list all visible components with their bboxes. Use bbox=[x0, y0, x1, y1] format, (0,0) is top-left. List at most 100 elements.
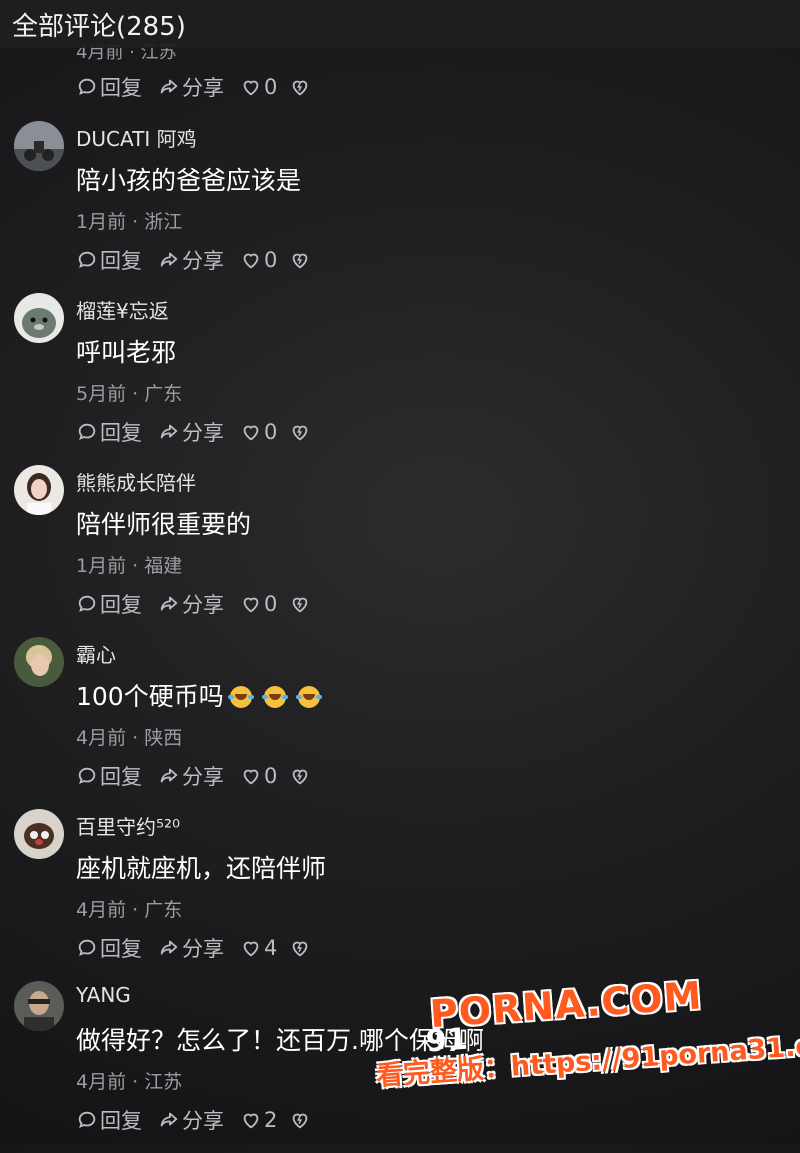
comment-item: DUCATI 阿鸡 陪小孩的爸爸应该是 1月前 · 浙江 回复 分享 0 bbox=[0, 121, 800, 293]
like-button[interactable]: 0 bbox=[240, 420, 277, 444]
comment-item: 熊熊成长陪伴 陪伴师很重要的 1月前 · 福建 回复 分享 0 bbox=[0, 465, 800, 637]
comment-username[interactable]: 熊熊成长陪伴 bbox=[76, 467, 196, 496]
comment-text: 陪小孩的爸爸应该是 bbox=[76, 166, 302, 195]
dislike-button[interactable] bbox=[289, 765, 313, 787]
like-count: 0 bbox=[264, 592, 278, 616]
share-label: 分享 bbox=[182, 76, 224, 100]
dislike-button[interactable] bbox=[289, 1109, 313, 1131]
comment-username[interactable]: DUCATI 阿鸡 bbox=[76, 123, 197, 152]
comment-text: 座机就座机，还陪伴师 bbox=[76, 854, 327, 883]
share-button[interactable]: 分享 bbox=[158, 589, 224, 619]
share-button[interactable]: 分享 bbox=[158, 761, 224, 791]
reply-button[interactable]: 回复 bbox=[76, 417, 142, 447]
like-button[interactable]: 4 bbox=[240, 936, 277, 960]
comment-item: 百里守约⁵²⁰ 座机就座机，还陪伴师 4月前 · 广东 回复 分享 4 bbox=[0, 809, 800, 981]
like-button[interactable]: 0 bbox=[240, 764, 277, 788]
reply-label: 回复 bbox=[100, 765, 142, 789]
like-count: 0 bbox=[264, 248, 278, 272]
comment-meta: 4月前 · 江苏 bbox=[76, 1071, 183, 1093]
reply-button[interactable]: 回复 bbox=[76, 1105, 142, 1135]
heart-icon bbox=[243, 597, 259, 613]
dislike-button[interactable] bbox=[289, 76, 313, 98]
broken-heart-icon bbox=[293, 941, 308, 957]
heart-icon bbox=[243, 1113, 259, 1129]
comment-item: 霸心 100个硬币吗 4月前 · 陕西 回复 分享 0 bbox=[0, 637, 800, 809]
reply-button[interactable]: 回复 bbox=[76, 589, 142, 619]
like-count: 0 bbox=[264, 75, 278, 99]
laugh-cry-emoji-icon bbox=[295, 686, 320, 708]
reply-label: 回复 bbox=[100, 421, 142, 445]
watermark-overlay: 91 PORNA.COM 看完整版：https://91porna31.com bbox=[370, 962, 800, 1130]
comment-username[interactable]: 榴莲¥忘返 bbox=[76, 295, 169, 324]
dislike-button[interactable] bbox=[289, 937, 313, 959]
reply-icon bbox=[78, 939, 96, 957]
like-count: 2 bbox=[264, 1108, 278, 1132]
broken-heart-icon bbox=[293, 1113, 308, 1129]
avatar[interactable] bbox=[14, 637, 64, 687]
comment-username[interactable]: YANG bbox=[76, 983, 131, 1007]
reply-icon bbox=[78, 251, 96, 269]
reply-label: 回复 bbox=[100, 249, 142, 273]
share-label: 分享 bbox=[182, 249, 224, 273]
broken-heart-icon bbox=[293, 253, 308, 269]
like-button[interactable]: 2 bbox=[240, 1108, 277, 1132]
like-button[interactable]: 0 bbox=[240, 248, 277, 272]
reply-label: 回复 bbox=[100, 593, 142, 617]
comment-username[interactable]: 百里守约⁵²⁰ bbox=[76, 811, 180, 840]
comment-meta: 1月前 · 浙江 bbox=[76, 211, 183, 233]
avatar[interactable] bbox=[14, 809, 64, 859]
reply-button[interactable]: 回复 bbox=[76, 72, 142, 102]
like-count: 4 bbox=[264, 936, 278, 960]
reply-icon bbox=[78, 595, 96, 613]
heart-icon bbox=[243, 253, 259, 269]
reply-icon bbox=[78, 423, 96, 441]
comment-meta: 1月前 · 福建 bbox=[76, 555, 183, 577]
reply-button[interactable]: 回复 bbox=[76, 761, 142, 791]
share-label: 分享 bbox=[182, 593, 224, 617]
like-count: 0 bbox=[264, 420, 278, 444]
laugh-cry-emoji-icon bbox=[227, 686, 252, 708]
comment-text: 呼叫老邪 bbox=[76, 338, 177, 367]
comments-title: 全部评论(285) bbox=[12, 12, 186, 42]
broken-heart-icon bbox=[293, 425, 308, 441]
comment-text: 陪伴师很重要的 bbox=[76, 510, 252, 539]
share-button[interactable]: 分享 bbox=[158, 1105, 224, 1135]
comment-meta: 4月前 · 陕西 bbox=[76, 727, 183, 749]
like-button[interactable]: 0 bbox=[240, 592, 277, 616]
dislike-button[interactable] bbox=[289, 593, 313, 615]
reply-button[interactable]: 回复 bbox=[76, 245, 142, 275]
avatar[interactable] bbox=[14, 465, 64, 515]
dislike-button[interactable] bbox=[289, 421, 313, 443]
share-icon bbox=[160, 252, 178, 267]
reply-button[interactable]: 回复 bbox=[76, 933, 142, 963]
share-button[interactable]: 分享 bbox=[158, 933, 224, 963]
reply-label: 回复 bbox=[100, 1109, 142, 1133]
heart-icon bbox=[243, 425, 259, 441]
comment-actions: 回复 分享 0 bbox=[76, 245, 329, 275]
share-button[interactable]: 分享 bbox=[158, 72, 224, 102]
share-icon bbox=[160, 940, 178, 955]
watermark-brand: PORNA.COM bbox=[428, 973, 704, 1037]
comment-meta: 5月前 · 广东 bbox=[76, 383, 183, 405]
reply-label: 回复 bbox=[100, 937, 142, 961]
share-button[interactable]: 分享 bbox=[158, 417, 224, 447]
share-icon bbox=[160, 79, 178, 94]
share-label: 分享 bbox=[182, 937, 224, 961]
avatar[interactable] bbox=[14, 121, 64, 171]
share-button[interactable]: 分享 bbox=[158, 245, 224, 275]
reply-label: 回复 bbox=[100, 76, 142, 100]
avatar[interactable] bbox=[14, 293, 64, 343]
broken-heart-icon bbox=[293, 769, 308, 785]
share-label: 分享 bbox=[182, 421, 224, 445]
comment-item: 榴莲¥忘返 呼叫老邪 5月前 · 广东 回复 分享 0 bbox=[0, 293, 800, 465]
avatar[interactable] bbox=[14, 981, 64, 1031]
share-label: 分享 bbox=[182, 765, 224, 789]
broken-heart-icon bbox=[293, 597, 308, 613]
dislike-button[interactable] bbox=[289, 249, 313, 271]
reply-icon bbox=[78, 1111, 96, 1129]
partial-comment-actions: 回复 分享 0 bbox=[76, 72, 329, 102]
comment-username[interactable]: 霸心 bbox=[76, 639, 116, 668]
like-button[interactable]: 0 bbox=[240, 75, 277, 99]
share-icon bbox=[160, 768, 178, 783]
share-icon bbox=[160, 596, 178, 611]
